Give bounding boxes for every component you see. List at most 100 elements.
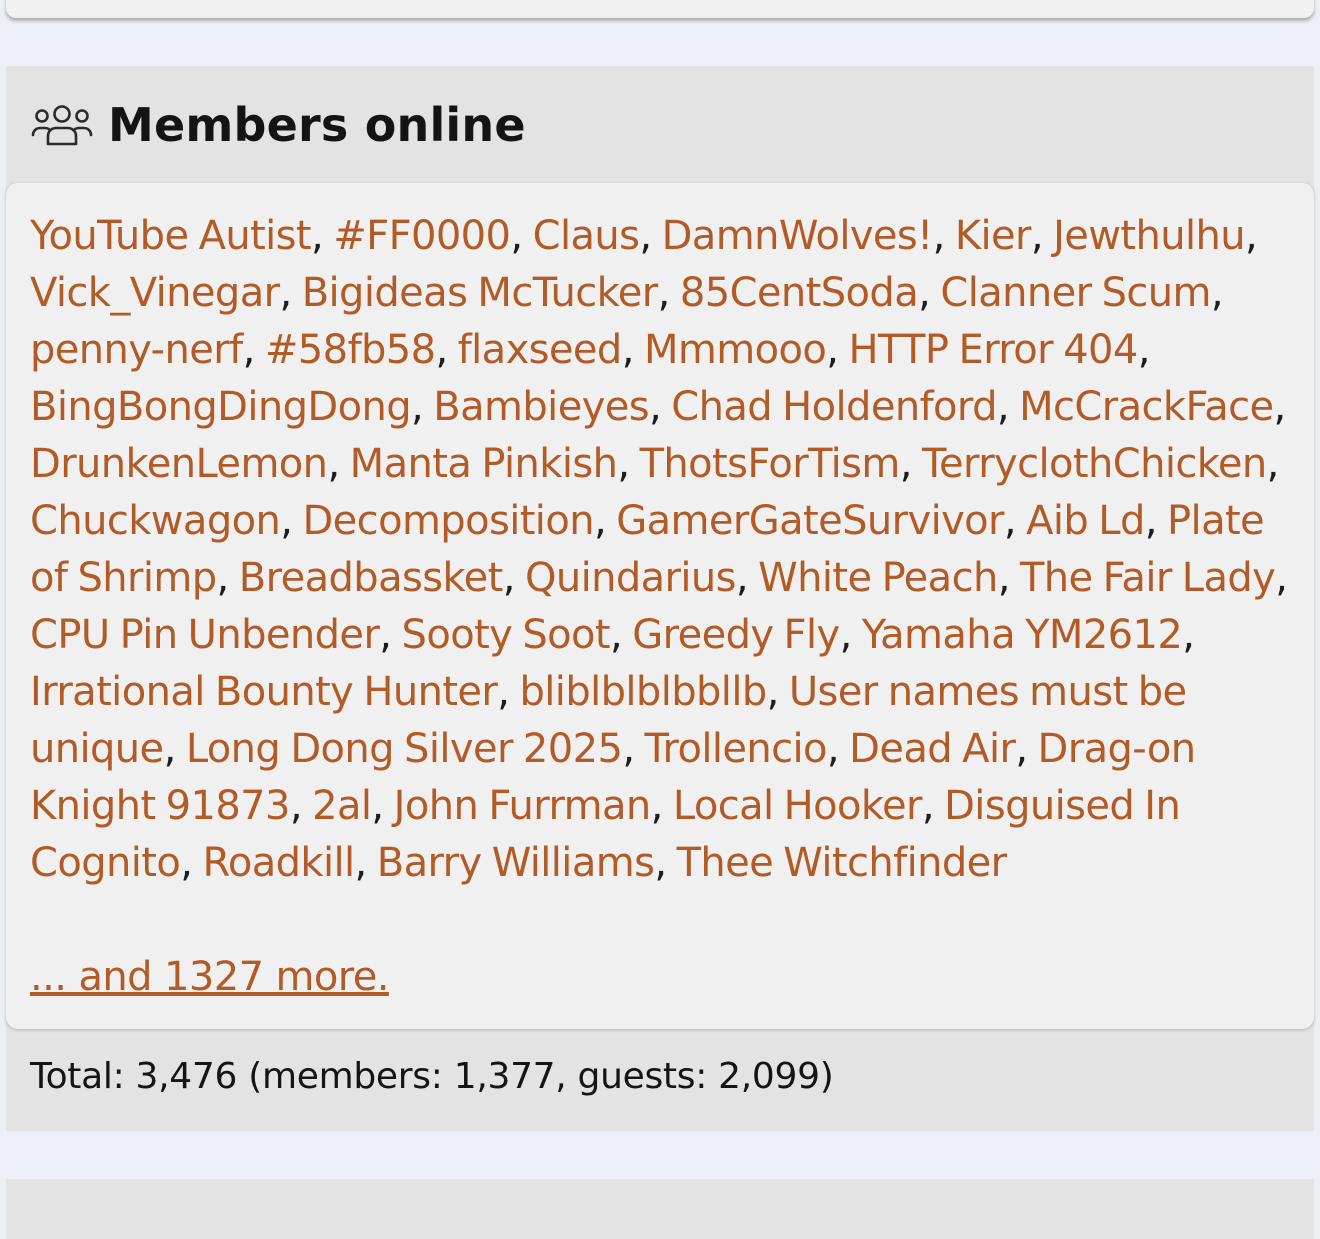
member-link[interactable]: BingBongDingDong: [30, 384, 412, 430]
member-link[interactable]: Mmmooo: [644, 327, 827, 373]
member-link[interactable]: Greedy Fly: [632, 612, 840, 658]
members-online-block: Members online YouTube Autist, #FF0000, …: [6, 66, 1314, 1131]
block-footer-totals: Total: 3,476 (members: 1,377, guests: 2,…: [30, 1056, 834, 1097]
block-body: YouTube Autist, #FF0000, Claus, DamnWolv…: [6, 183, 1314, 1029]
member-separator: ,: [918, 270, 941, 316]
member-separator: ,: [1030, 213, 1054, 259]
member-link[interactable]: flaxseed: [458, 327, 623, 373]
member-separator: ,: [593, 498, 617, 544]
member-link[interactable]: Yamaha YM2612: [862, 612, 1183, 658]
member-link[interactable]: Quindarius: [525, 555, 737, 601]
member-separator: ,: [622, 726, 645, 772]
member-link[interactable]: Irrational Bounty Hunter: [30, 669, 498, 715]
member-separator: ,: [826, 726, 850, 772]
member-link[interactable]: Sooty Soot: [402, 612, 611, 658]
member-link[interactable]: Long Dong Silver 2025: [186, 726, 623, 772]
member-link[interactable]: YouTube Autist: [30, 213, 312, 259]
member-link[interactable]: John Furrman: [394, 783, 652, 829]
member-separator: ,: [510, 213, 533, 259]
member-link[interactable]: #FF0000: [333, 213, 511, 259]
member-link[interactable]: Kier: [955, 213, 1032, 259]
member-separator: ,: [379, 612, 402, 658]
member-link[interactable]: DamnWolves!: [662, 213, 934, 259]
member-separator: ,: [839, 612, 862, 658]
member-separator: ,: [1210, 270, 1224, 316]
member-separator: ,: [327, 441, 350, 487]
member-link[interactable]: Thee Witchfinder: [677, 840, 1008, 886]
member-separator: ,: [609, 612, 633, 658]
member-separator: ,: [1182, 612, 1195, 658]
member-link[interactable]: Manta Pinkish: [350, 441, 618, 487]
member-link[interactable]: Decomposition: [302, 498, 594, 544]
member-separator: ,: [216, 555, 239, 601]
member-separator: ,: [180, 840, 203, 886]
member-separator: ,: [639, 213, 662, 259]
member-separator: ,: [1273, 384, 1287, 430]
member-separator: ,: [735, 555, 759, 601]
member-separator: ,: [411, 384, 434, 430]
member-link[interactable]: TerryclothChicken: [922, 441, 1267, 487]
block-header: Members online: [6, 66, 1314, 183]
member-link[interactable]: Chuckwagon: [30, 498, 281, 544]
member-separator: ,: [311, 213, 334, 259]
member-separator: ,: [826, 327, 849, 373]
member-separator: ,: [654, 840, 677, 886]
member-separator: ,: [1015, 726, 1038, 772]
member-link[interactable]: Clanner Scum: [940, 270, 1211, 316]
member-link[interactable]: bliblblblbbllb: [520, 669, 768, 715]
member-link[interactable]: Roadkill: [202, 840, 355, 886]
member-link[interactable]: White Peach: [758, 555, 998, 601]
previous-block-card: [6, 0, 1314, 18]
member-separator: ,: [921, 783, 945, 829]
member-separator: ,: [242, 327, 265, 373]
member-separator: ,: [617, 441, 640, 487]
member-separator: ,: [997, 555, 1020, 601]
member-separator: ,: [371, 783, 394, 829]
member-link[interactable]: Breadbassket: [239, 555, 504, 601]
member-separator: ,: [289, 783, 313, 829]
member-link[interactable]: Vick_Vinegar: [30, 270, 280, 316]
member-link[interactable]: Trollencio: [645, 726, 828, 772]
member-link[interactable]: Claus: [533, 213, 640, 259]
member-link[interactable]: The Fair Lady: [1020, 555, 1276, 601]
member-separator: ,: [497, 669, 520, 715]
member-link[interactable]: Bigideas McTucker: [302, 270, 659, 316]
member-link[interactable]: Chad Holdenford: [671, 384, 997, 430]
member-link[interactable]: ThotsForTism: [640, 441, 901, 487]
member-separator: ,: [279, 270, 302, 316]
member-link[interactable]: Bambieyes: [433, 384, 649, 430]
member-link[interactable]: McCrackFace: [1019, 384, 1274, 430]
member-separator: ,: [650, 783, 673, 829]
member-separator: ,: [649, 384, 672, 430]
member-separator: ,: [280, 498, 303, 544]
member-link[interactable]: Local Hooker: [673, 783, 923, 829]
member-separator: ,: [766, 669, 789, 715]
more-members-link[interactable]: ... and 1327 more.: [30, 949, 389, 1006]
member-separator: ,: [435, 327, 458, 373]
member-separator: ,: [996, 384, 1020, 430]
member-separator: ,: [502, 555, 525, 601]
member-link[interactable]: Barry Williams: [377, 840, 655, 886]
member-link[interactable]: HTTP Error 404: [848, 327, 1138, 373]
member-separator: ,: [899, 441, 923, 487]
member-list: YouTube Autist, #FF0000, Claus, DamnWolv…: [30, 208, 1300, 892]
member-link[interactable]: penny-nerf: [30, 327, 243, 373]
member-separator: ,: [932, 213, 955, 259]
member-link[interactable]: Aib Ld: [1026, 498, 1145, 544]
member-separator: ,: [1144, 498, 1168, 544]
block-title: Members online: [108, 97, 526, 152]
member-link[interactable]: DrunkenLemon: [30, 441, 328, 487]
member-separator: ,: [163, 726, 186, 772]
member-link[interactable]: CPU Pin Unbender: [30, 612, 380, 658]
member-separator: ,: [354, 840, 377, 886]
member-link[interactable]: #58fb58: [265, 327, 436, 373]
member-link[interactable]: Jewthulhu: [1053, 213, 1246, 259]
next-block-card: [6, 1179, 1314, 1239]
member-link[interactable]: GamerGateSurvivor: [616, 498, 1004, 544]
member-separator: ,: [1245, 213, 1258, 259]
member-separator: ,: [1266, 441, 1280, 487]
member-link[interactable]: Dead Air: [849, 726, 1016, 772]
member-link[interactable]: 2al: [312, 783, 372, 829]
member-link[interactable]: 85CentSoda: [680, 270, 919, 316]
member-separator: ,: [1275, 555, 1288, 601]
